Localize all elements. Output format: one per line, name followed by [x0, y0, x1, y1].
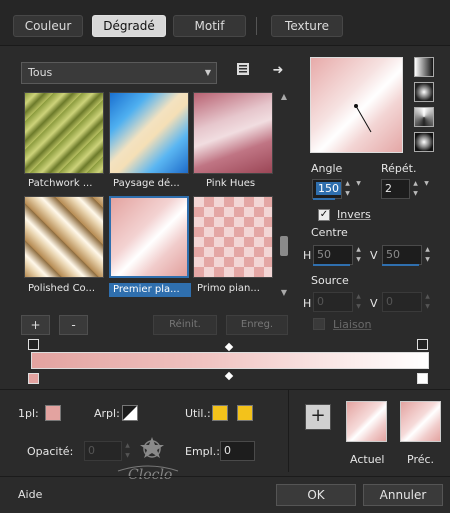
first-plan-label: 1pl: [18, 407, 39, 420]
add-stop-button[interactable]: + [305, 404, 331, 430]
vertical-divider [288, 390, 289, 472]
gallery-item-paysage[interactable] [109, 92, 189, 174]
gallery-caption: Patchwork ... [28, 178, 93, 189]
angle-label: Angle [311, 162, 343, 175]
gallery-item-primo-piano[interactable] [193, 196, 273, 278]
opacity-stop-left[interactable] [28, 339, 39, 350]
watermark-logo: Cloclo [108, 427, 188, 489]
center-v-input[interactable]: 50 [382, 245, 422, 265]
opacity-midpoint[interactable] [224, 342, 234, 352]
ok-button[interactable]: OK [276, 484, 356, 506]
opacity-stop-right[interactable] [417, 339, 428, 350]
gallery-caption-selected: Premier pla... [109, 283, 191, 297]
arpl-swatch[interactable] [122, 405, 138, 421]
util-label: Util.: [185, 407, 211, 420]
empl-label: Empl.: [185, 445, 220, 458]
gallery-item-premier-plan[interactable] [109, 196, 189, 278]
tab-degrade[interactable]: Dégradé [92, 15, 166, 37]
angle-stepper-icon[interactable]: ▲ ▼ [343, 179, 352, 199]
invert-label: Invers [337, 208, 371, 221]
tab-bar: Couleur Dégradé Motif Texture [0, 0, 450, 46]
gallery-caption: Primo pian... [197, 283, 260, 294]
color-midpoint[interactable] [224, 371, 234, 381]
center-v-stepper-icon[interactable]: ▲ ▼ [423, 245, 432, 265]
previous-swatch[interactable] [400, 401, 441, 442]
color-stop-right[interactable] [417, 373, 428, 384]
gradient-bar[interactable] [31, 352, 429, 369]
footer-divider [0, 476, 450, 477]
gallery-item-polished[interactable] [24, 196, 104, 278]
invert-checkbox[interactable]: ✓ [318, 209, 330, 221]
add-gradient-button[interactable]: + [21, 315, 50, 335]
center-v-label: V [370, 249, 378, 262]
tab-texture[interactable]: Texture [271, 15, 343, 37]
repeat-stepper-icon[interactable]: ▲ ▼ [411, 179, 420, 199]
watermark-text: Cloclo [128, 467, 173, 483]
scroll-up-icon[interactable]: ▲ [279, 92, 289, 102]
reset-button[interactable]: Réinit. [153, 315, 217, 335]
gallery-item-pink-hues[interactable] [193, 92, 273, 174]
link-label: Liaison [333, 318, 372, 331]
help-link[interactable]: Aide [18, 488, 42, 501]
radial-type-icon[interactable] [414, 132, 434, 152]
source-label: Source [311, 274, 349, 287]
angle-input[interactable]: 150 [312, 179, 342, 199]
first-plan-swatch[interactable] [45, 405, 61, 421]
arrow-right-icon[interactable]: ➜ [268, 61, 288, 81]
center-label: Centre [311, 226, 348, 239]
source-h-input[interactable]: 0 [313, 292, 353, 312]
center-v-slider[interactable] [382, 264, 419, 266]
tab-couleur[interactable]: Couleur [13, 15, 83, 37]
current-swatch[interactable] [346, 401, 387, 442]
repeat-dropdown-icon[interactable]: ▼ [422, 179, 431, 199]
chevron-down-icon: ▼ [204, 68, 211, 77]
repeat-input[interactable]: 2 [381, 179, 410, 199]
gallery-scrollbar[interactable] [278, 90, 290, 298]
util-swatch-1[interactable] [212, 405, 228, 421]
util-swatch-2[interactable] [237, 405, 253, 421]
center-h-label: H [303, 249, 312, 262]
scroll-down-icon[interactable]: ▼ [279, 288, 289, 298]
rectangular-type-icon[interactable] [414, 82, 434, 102]
source-v-label: V [370, 297, 378, 310]
save-button[interactable]: Enreg. [226, 315, 288, 335]
cancel-button[interactable]: Annuler [363, 484, 443, 506]
empl-input[interactable]: 0 [220, 441, 255, 461]
center-h-slider[interactable] [313, 264, 350, 266]
sunburst-type-icon[interactable] [414, 107, 434, 127]
source-v-input[interactable]: 0 [382, 292, 422, 312]
category-dropdown[interactable]: Tous ▼ [21, 62, 217, 84]
current-label: Actuel [350, 453, 385, 466]
linear-type-icon[interactable] [414, 57, 434, 77]
color-stop-left[interactable] [28, 373, 39, 384]
angle-dropdown-icon[interactable]: ▼ [354, 179, 363, 199]
opacity-label: Opacité: [27, 445, 74, 458]
gradient-gallery: Patchwork ... Paysage dé... Pink Hues Po… [22, 90, 274, 300]
previous-label: Préc. [407, 453, 435, 466]
source-h-label: H [303, 297, 312, 310]
remove-gradient-button[interactable]: - [59, 315, 88, 335]
category-value: Tous [28, 66, 53, 79]
list-view-icon[interactable] [233, 62, 253, 82]
arpl-label: Arpl: [94, 407, 120, 420]
center-h-input[interactable]: 50 [313, 245, 353, 265]
center-h-stepper-icon[interactable]: ▲ ▼ [354, 245, 363, 265]
gallery-caption: Polished Co... [28, 283, 96, 294]
tab-motif[interactable]: Motif [173, 15, 246, 37]
repeat-label: Répét. [381, 162, 417, 175]
source-h-stepper-icon[interactable]: ▲ ▼ [354, 292, 363, 312]
gallery-caption: Paysage dé... [113, 178, 180, 189]
gradient-preview[interactable] [310, 57, 403, 153]
angle-slider[interactable] [313, 198, 335, 200]
tab-separator [256, 17, 257, 35]
scrollbar-thumb[interactable] [280, 236, 288, 256]
link-checkbox[interactable] [313, 318, 325, 330]
gallery-item-patchwork[interactable] [24, 92, 104, 174]
source-v-stepper-icon[interactable]: ▲ ▼ [423, 292, 432, 312]
section-divider [0, 389, 450, 390]
